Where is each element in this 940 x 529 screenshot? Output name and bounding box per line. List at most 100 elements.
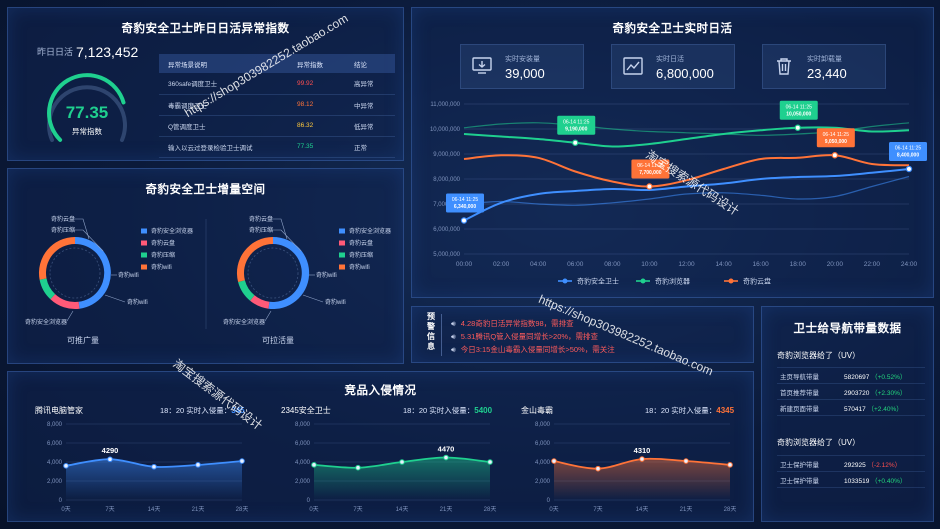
y-tick-label: 2,000 — [535, 479, 551, 485]
x-tick-label: 28天 — [724, 506, 737, 513]
x-tick-label: 08:00 — [604, 261, 621, 268]
data-point — [683, 458, 689, 464]
table-row: 毒霸调度卫士 98.12 中异常 — [159, 94, 395, 116]
dau-value: 6,800,000 — [656, 66, 714, 81]
nav-row-value: 292925 （-2.12%） — [841, 455, 925, 472]
x-tick-label: 16:00 — [753, 261, 770, 268]
trend-chart-icon — [623, 57, 643, 75]
col-conclusion: 结论 — [345, 54, 395, 73]
y-tick-label: 6,000 — [47, 441, 63, 447]
x-tick-label: 00:00 — [456, 261, 473, 268]
data-point — [151, 463, 157, 470]
nav-row-value: 2903720 （+2.30%） — [841, 383, 925, 400]
nav-table-1: 主页导航带量 5820697 （+0.52%） 首页推荐带量 2903720 （+2.… — [777, 367, 925, 416]
alert-line-1: 🔊︎ 4.28奇豹日活异常指数98，需排查 — [451, 319, 574, 328]
legend-dot — [640, 278, 646, 284]
annotation-value: 6,340,000 — [454, 204, 476, 210]
speaker-icon: 🔊︎ — [451, 319, 456, 328]
alert-divider — [441, 314, 442, 356]
competitor-3-chart: 8,000 6,000 4,000 2,000 0 0天 7天 14天 21天 28天 4310 — [535, 422, 737, 513]
nav-row: 新建页面带量 570417 （+2.40%） — [777, 399, 925, 416]
annotation-value: 10,050,000 — [786, 111, 811, 117]
nav-row: 首页推荐带量 2903720 （+2.30%） — [777, 383, 925, 400]
realtime-panel-title: 奇豹安全卫士实时日活 — [612, 23, 733, 35]
nav-table-2: 卫士保护带量 292925 （-2.12%） 卫士保护带量 1033519 （+0.4… — [777, 455, 925, 488]
y-tick-label: 10,000,000 — [430, 127, 461, 133]
x-tick-label: 21天 — [192, 506, 205, 513]
competitor-1-realtime: 18：20 实时入侵量：345 — [160, 406, 245, 415]
legend-swatch — [339, 252, 345, 258]
realtime-dau-panel: 奇豹安全卫士实时日活 实时安装量 39,000 实时日活 6,800,000 实… — [411, 7, 934, 298]
data-point — [727, 462, 733, 468]
scene-conclusion: 正常 — [345, 136, 395, 158]
x-tick-label: 7天 — [105, 506, 114, 513]
legend-label: 奇豹压缩 — [349, 251, 373, 259]
uninstall-value: 23,440 — [807, 66, 847, 81]
x-tick-label: 28天 — [484, 506, 497, 513]
promotable-caption: 可推广量 — [67, 336, 99, 345]
col-scene: 异常场景说明 — [159, 54, 279, 73]
yesterday-dau-label: 昨日日活 — [37, 47, 74, 57]
nav-row-name: 新建页面带量 — [777, 399, 841, 416]
annotated-point — [460, 217, 468, 224]
legend-swatch — [339, 228, 345, 234]
scene-index: 99.92 — [279, 73, 345, 95]
x-tick-label: 7天 — [593, 506, 602, 513]
legend-label: 奇豹安全卫士 — [577, 277, 619, 286]
x-tick-label: 0天 — [309, 506, 318, 513]
donut-slice — [75, 237, 111, 309]
legend-label: 奇豹压缩 — [151, 251, 175, 259]
callout-line — [264, 310, 272, 322]
scene-index: 86.32 — [279, 115, 345, 137]
y-tick-label: 0 — [307, 498, 311, 504]
nav-row-value: 5820697 （+0.52%） — [841, 367, 925, 384]
competitor-1-chart: 8,000 6,000 4,000 2,000 0 0天 7天 14天 21天 28天 4290 — [47, 422, 248, 513]
y-tick-label: 0 — [59, 498, 63, 504]
table-row: 360safe调度卫士 99.92 高异常 — [159, 73, 395, 95]
legend-label: 奇豹云盘 — [151, 239, 175, 247]
donut-slice — [39, 278, 56, 300]
legend-swatch — [339, 264, 345, 270]
y-tick-label: 5,000,000 — [433, 252, 460, 258]
legend-label: 奇豹浏览器 — [655, 277, 690, 286]
x-tick-label: 0天 — [61, 506, 70, 513]
donut-callout: 奇豹wifi — [325, 298, 346, 306]
x-tick-label: 21天 — [440, 506, 453, 513]
peak-label: 4470 — [438, 445, 455, 454]
competitor-2-realtime: 18：20 实时入侵量：5400 — [403, 406, 493, 415]
yesterday-dau-value: 7,123,452 — [76, 44, 139, 60]
donut-slice — [38, 236, 75, 280]
x-tick-label: 7天 — [353, 506, 362, 513]
data-point — [595, 465, 601, 472]
legend-label: 奇豹云盘 — [743, 277, 771, 286]
legend-dot — [728, 278, 734, 284]
anomaly-table-header: 异常场景说明 异常指数 结论 — [159, 54, 395, 73]
series-line — [463, 154, 910, 188]
y-tick-label: 4,000 — [47, 460, 63, 466]
x-tick-label: 0天 — [549, 506, 558, 513]
x-tick-label: 06:00 — [567, 261, 584, 268]
trash-icon — [777, 58, 791, 75]
nav-row: 主页导航带量 5820697 （+0.52%） — [777, 367, 925, 384]
realtime-line-chart: 11,000,000 10,000,000 9,000,000 8,000,000 7,… — [430, 100, 927, 286]
annotated-point — [572, 139, 579, 146]
donut-callout: 奇豹安全浏览器 — [25, 318, 67, 326]
uninstall-card: 实时卸载量 23,440 — [762, 44, 886, 89]
y-tick-label: 4,000 — [535, 460, 551, 466]
table-row: Q管调度卫士 86.32 低异常 — [159, 115, 395, 137]
annotation-value: 7,700,000 — [639, 170, 661, 176]
scene-name: 360safe调度卫士 — [159, 73, 279, 95]
install-value: 39,000 — [505, 66, 545, 81]
legend-swatch — [141, 240, 147, 246]
callout-line — [66, 310, 74, 322]
donut-slice — [236, 236, 273, 282]
competitor-2-name: 2345安全卫士 — [281, 406, 331, 415]
x-tick-label: 10:00 — [641, 261, 658, 268]
dau-label: 实时日活 — [656, 56, 684, 63]
nav-row-name: 首页推荐带量 — [777, 383, 841, 400]
x-tick-label: 18:00 — [790, 261, 807, 268]
annotation-value: 8,400,000 — [897, 153, 919, 159]
x-tick-label: 14天 — [396, 506, 409, 513]
legend-label: 奇豹wifi — [349, 263, 370, 271]
anomaly-gauge: 77.35 异常指数 — [47, 73, 127, 142]
